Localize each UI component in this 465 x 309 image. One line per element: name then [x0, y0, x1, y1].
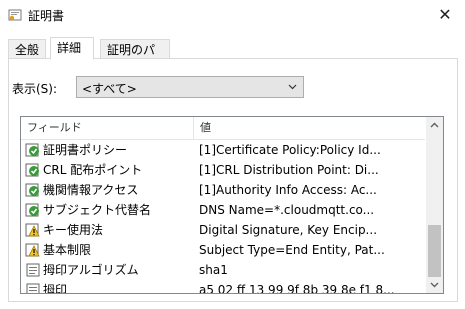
property-icon [26, 283, 40, 293]
critical-extension-icon [25, 243, 40, 257]
scroll-up-icon[interactable] [426, 117, 443, 134]
title-bar: 証明書 ✕ [0, 0, 465, 30]
list-item[interactable]: 機関情報アクセス [1]Authority Info Access: Ac... [21, 180, 425, 200]
list-item[interactable]: キー使用法 Digital Signature, Key Encip... [21, 220, 425, 240]
critical-extension-icon [25, 223, 40, 237]
tab-certification-path[interactable]: 証明のパス [100, 39, 170, 77]
field-name: 証明書ポリシー [43, 143, 128, 157]
show-dropdown-value: <すべて> [82, 82, 137, 96]
list-item[interactable]: 証明書ポリシー [1]Certificate Policy:Policy Id.… [21, 140, 425, 160]
tab-strip: 全般 詳細 証明のパス [8, 37, 458, 77]
list-rows: 証明書ポリシー [1]Certificate Policy:Policy Id.… [21, 140, 425, 294]
field-value: Subject Type=End Entity, Pat... [199, 243, 385, 257]
list-item[interactable]: 拇印 a5 02 ff 13 99 9f 8b 39 8e f1 8... [21, 280, 425, 294]
scroll-down-icon[interactable] [426, 276, 443, 293]
field-name: 拇印 [43, 283, 68, 294]
cert-extension-icon [25, 163, 39, 177]
chevron-down-icon [288, 84, 297, 90]
list-item[interactable]: 拇印アルゴリズム sha1 [21, 260, 425, 280]
field-value: sha1 [199, 263, 228, 277]
list-item[interactable]: サブジェクト代替名 DNS Name=*.cloudmqtt.co... [21, 200, 425, 220]
field-name: 拇印アルゴリズム [43, 263, 139, 277]
fields-list[interactable]: フィールド 値 証明書ポリシー [1]Certificate Policy:Po… [20, 116, 444, 294]
property-icon [26, 263, 40, 277]
close-icon: ✕ [438, 5, 452, 24]
close-button[interactable]: ✕ [431, 2, 459, 28]
cert-extension-icon [25, 183, 39, 197]
field-name: CRL 配布ポイント [43, 163, 143, 177]
field-value: [1]CRL Distribution Point: Di... [199, 163, 379, 177]
tab-general[interactable]: 全般 [8, 39, 46, 59]
field-name: 機関情報アクセス [43, 183, 139, 197]
cert-extension-icon [25, 143, 39, 157]
show-dropdown[interactable]: <すべて> [76, 76, 304, 98]
tab-details[interactable]: 詳細 [50, 37, 94, 60]
column-header-field[interactable]: フィールド [21, 117, 193, 139]
field-name: キー使用法 [43, 223, 104, 237]
scroll-thumb[interactable] [428, 225, 441, 277]
list-item[interactable]: 基本制限 Subject Type=End Entity, Pat... [21, 240, 425, 260]
list-header: フィールド 値 [21, 117, 425, 140]
show-label: 表示(S): [12, 82, 58, 96]
window-title: 証明書 [28, 9, 65, 23]
field-value: Digital Signature, Key Encip... [199, 223, 378, 237]
vertical-scrollbar[interactable] [426, 117, 443, 293]
list-item[interactable]: CRL 配布ポイント [1]CRL Distribution Point: Di… [21, 160, 425, 180]
certificate-icon [8, 9, 22, 21]
field-name: 基本制限 [43, 243, 92, 257]
field-name: サブジェクト代替名 [43, 203, 152, 217]
cert-extension-icon [25, 203, 39, 217]
column-header-value[interactable]: 値 [194, 117, 424, 139]
field-value: DNS Name=*.cloudmqtt.co... [199, 203, 375, 217]
field-value: [1]Authority Info Access: Ac... [199, 183, 377, 197]
field-value: a5 02 ff 13 99 9f 8b 39 8e f1 8... [199, 283, 395, 294]
field-value: [1]Certificate Policy:Policy Id... [199, 143, 381, 157]
